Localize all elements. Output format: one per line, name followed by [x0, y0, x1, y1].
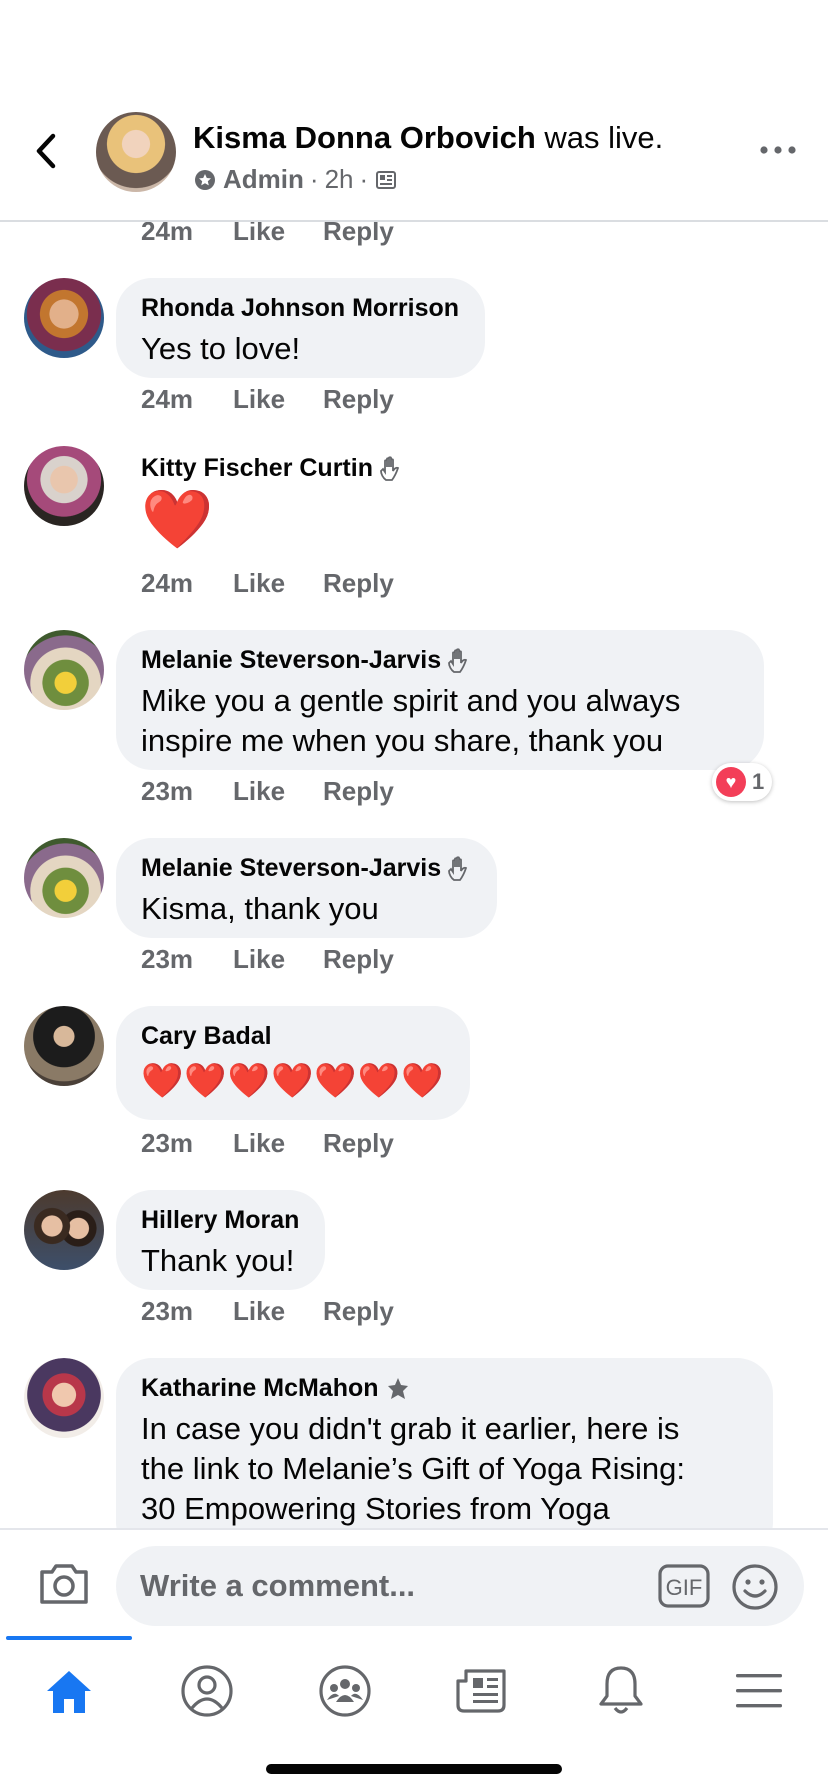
comment-meta: 23m Like Reply [141, 944, 394, 975]
groups-icon [319, 1665, 371, 1717]
post-title: Kisma Donna Orbovich was live. [193, 120, 663, 156]
nav-home[interactable] [0, 1636, 138, 1746]
comment-text-line: 30 Empowering Stories from Yoga [141, 1491, 610, 1526]
reply-link[interactable]: Reply [323, 776, 394, 807]
news-icon [456, 1669, 506, 1713]
comment-time: 23m [141, 1296, 194, 1326]
wave-hand-icon [448, 647, 468, 673]
notifications-icon [599, 1666, 643, 1714]
avatar[interactable] [24, 838, 104, 918]
nav-news[interactable] [414, 1636, 552, 1746]
like-link[interactable]: Like [233, 776, 323, 807]
nav-groups[interactable] [276, 1636, 414, 1746]
comment-bubble: Melanie Steverson-Jarvis Mike you a gent… [116, 630, 764, 770]
comment-text: Thank you! [141, 1243, 295, 1278]
comment-author[interactable]: Cary Badal [141, 1022, 444, 1051]
reaction-badge[interactable]: ♥ 1 [712, 763, 773, 801]
comment-bubble: Hillery Moran Thank you! [116, 1190, 326, 1290]
like-link[interactable]: Like [233, 1128, 323, 1159]
profile-avatar[interactable] [96, 112, 176, 192]
comment-author[interactable]: Melanie Steverson-Jarvis [141, 854, 441, 883]
comment-text: Kisma, thank you [141, 891, 379, 926]
comment-bubble: Katharine McMahon In case you didn't gra… [116, 1358, 773, 1528]
heart-emoji: ❤️ [141, 487, 214, 552]
comment-bubble: Kitty Fischer Curtin ❤️ [116, 438, 429, 567]
comment-time: 24m [141, 384, 194, 414]
comment-bubble: Cary Badal ❤️❤️❤️❤️❤️❤️❤️ [116, 1006, 471, 1120]
separator: · [359, 164, 369, 194]
avatar[interactable] [24, 1006, 104, 1086]
avatar[interactable] [24, 1358, 104, 1438]
like-link[interactable]: Like [233, 568, 323, 599]
reaction-count: 1 [752, 769, 765, 794]
post-time: 2h [324, 164, 354, 194]
live-status-text: was live. [535, 120, 664, 155]
gif-icon[interactable]: GIF [658, 1564, 710, 1608]
menu-icon [736, 1674, 782, 1708]
comment-bubble: Melanie Steverson-Jarvis Kisma, thank yo… [116, 838, 498, 938]
nav-menu[interactable] [690, 1636, 828, 1746]
comment-time: 23m [141, 944, 194, 974]
comment-meta: 24m Like Reply [141, 568, 394, 599]
back-arrow-icon[interactable] [28, 126, 64, 176]
comment-meta: 23m Like Reply [141, 1128, 394, 1159]
privacy-icon [376, 170, 397, 189]
comment-text-line: In case you didn't grab it earlier, here… [141, 1411, 680, 1446]
love-reaction-icon: ♥ [716, 767, 746, 797]
like-link[interactable]: Like [233, 1296, 323, 1327]
more-options-icon[interactable] [758, 140, 798, 160]
gif-label: GIF [666, 1575, 703, 1600]
reply-link[interactable]: Reply [323, 568, 394, 599]
avatar[interactable] [24, 630, 104, 710]
separator: · [309, 164, 319, 194]
comment-text-line: Mike you a gentle spirit and you always [141, 683, 681, 718]
comment-meta: 24m Like Reply [141, 384, 394, 415]
comment-author[interactable]: Hillery Moran [141, 1206, 299, 1235]
comment-time: 23m [141, 1128, 194, 1158]
avatar[interactable] [24, 278, 104, 358]
comment-text-line: the link to Melanie’s Gift of Yoga Risin… [141, 1451, 685, 1486]
home-indicator[interactable] [266, 1764, 562, 1774]
wave-hand-icon [448, 855, 468, 881]
comment-author[interactable]: Melanie Steverson-Jarvis [141, 646, 441, 675]
home-icon [47, 1671, 91, 1713]
avatar[interactable] [24, 446, 104, 526]
reply-link[interactable]: Reply [323, 944, 394, 975]
comment-text-line: inspire me when you share, thank you [141, 723, 664, 758]
like-link[interactable]: Like [233, 384, 323, 415]
reply-link[interactable]: Reply [323, 1128, 394, 1159]
comment-thread-screen: 24m Like Reply Rhonda Johnson Morrison Y… [0, 0, 828, 1792]
comment-time: 23m [141, 776, 194, 806]
reply-link[interactable]: Reply [323, 1296, 394, 1327]
nav-profile[interactable] [138, 1636, 276, 1746]
comment-bubble: Rhonda Johnson Morrison Yes to love! [116, 278, 486, 378]
camera-icon[interactable] [36, 1560, 92, 1608]
comment-time: 24m [141, 568, 194, 598]
reply-link[interactable]: Reply [323, 384, 394, 415]
comment-author[interactable]: Rhonda Johnson Morrison [141, 294, 459, 323]
like-link[interactable]: Like [233, 944, 323, 975]
post-subtitle: Admin · 2h · [193, 164, 398, 195]
admin-badge-icon [195, 169, 215, 190]
comment-author[interactable]: Kitty Fischer Curtin [141, 454, 373, 483]
heart-emojis: ❤️❤️❤️❤️❤️❤️❤️ [141, 1062, 445, 1100]
emoji-icon[interactable] [730, 1562, 780, 1612]
comment-author[interactable]: Katharine McMahon [141, 1374, 379, 1403]
author-name[interactable]: Kisma Donna Orbovich [193, 120, 536, 155]
comment-list[interactable]: 24m Like Reply Rhonda Johnson Morrison Y… [0, 0, 828, 1528]
comment-composer: GIF [0, 1528, 828, 1636]
admin-label: Admin [223, 164, 304, 194]
comment-meta: 23m Like Reply [141, 776, 394, 807]
comment-meta: 23m Like Reply [141, 1296, 394, 1327]
star-badge-icon [387, 1377, 408, 1399]
post-header: Kisma Donna Orbovich was live. Admin · 2… [0, 0, 828, 222]
comment-text: Yes to love! [141, 331, 301, 366]
profile-icon [181, 1665, 233, 1717]
wave-hand-icon [380, 455, 400, 481]
nav-notifications[interactable] [552, 1636, 690, 1746]
avatar[interactable] [24, 1190, 104, 1270]
